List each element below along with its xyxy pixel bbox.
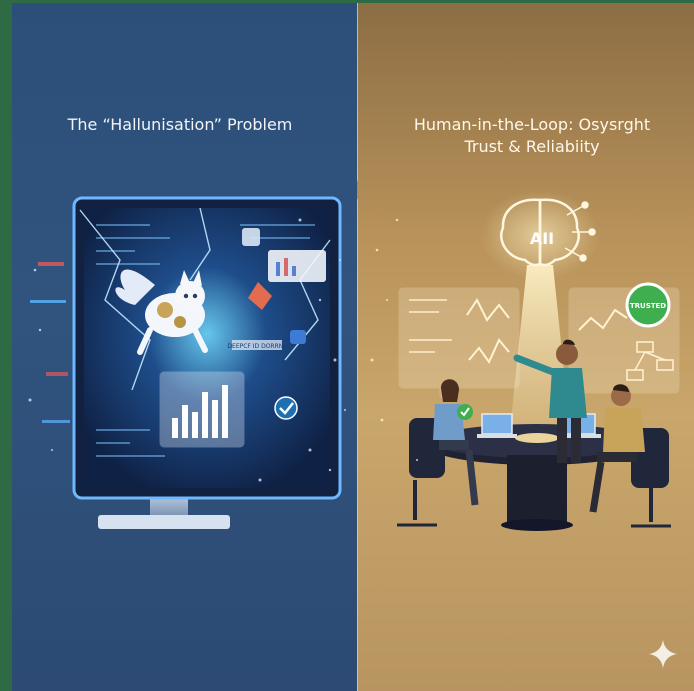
trusted-badge: TRUSTED — [625, 282, 671, 328]
left-border — [0, 0, 12, 691]
hallucination-panel: DEEPCF ID DORRNL The “Hallunisation” Pro… — [0, 0, 357, 691]
left-title: The “Hallunisation” Problem — [67, 115, 293, 134]
screen-label: DEEPCF ID DORRNL — [227, 340, 287, 350]
svg-text:TRUSTED: TRUSTED — [630, 302, 666, 310]
holo-panel-left — [398, 287, 520, 389]
svg-text:AII: AII — [530, 229, 554, 248]
glitch-bars — [30, 262, 70, 423]
person-right — [589, 384, 671, 528]
top-border — [0, 0, 694, 3]
floating-chart — [159, 371, 245, 448]
split-illustration: DEEPCF ID DORRNL The “Hallunisation” Pro… — [0, 0, 694, 691]
right-title-line-2: Trust & Reliabiity — [464, 137, 600, 156]
human-in-the-loop-panel: AII TRUSTED Human-in-the-Loop: Osysrght … — [357, 0, 694, 691]
hallucination-scene: DEEPCF ID DORRNL — [28, 196, 346, 529]
monitor — [72, 196, 342, 529]
sparkle-icon — [649, 640, 677, 668]
right-title-line-1: Human-in-the-Loop: Osysrght — [413, 115, 651, 134]
checkmark-icon — [274, 396, 298, 420]
meeting-scene: AII TRUSTED — [357, 0, 680, 691]
brain-icon: AII — [480, 190, 600, 280]
svg-text:DEEPCF ID DORRNL: DEEPCF ID DORRNL — [227, 343, 287, 350]
